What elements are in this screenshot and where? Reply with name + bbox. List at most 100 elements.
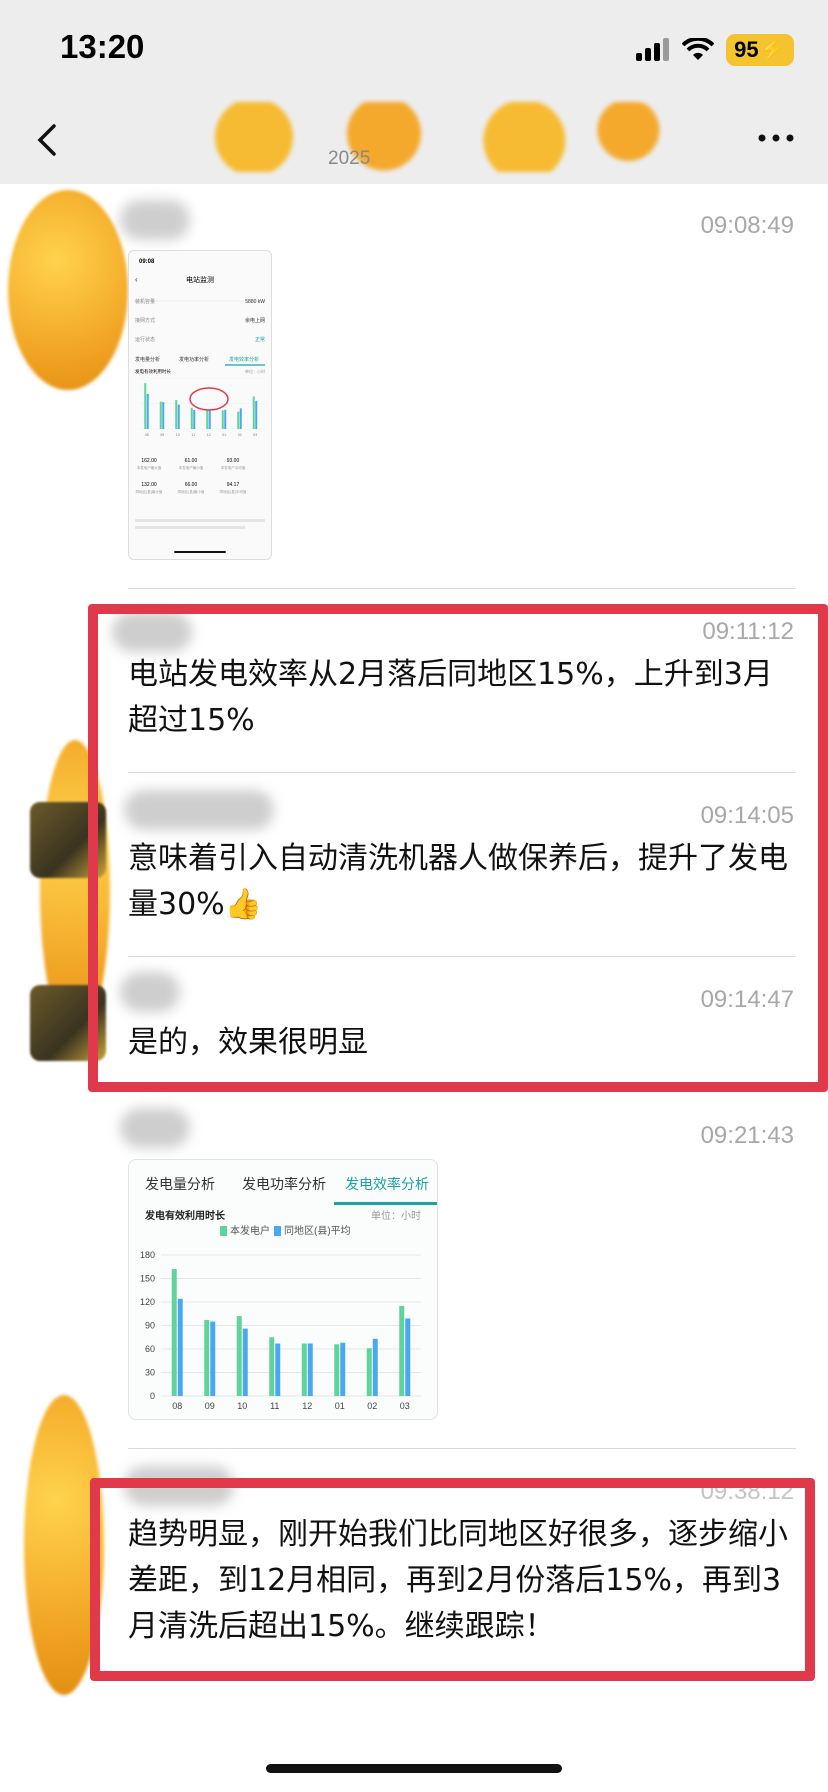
thumb-back-icon: ‹ bbox=[135, 275, 138, 284]
thumb-row-label: 装机容量 bbox=[135, 298, 155, 305]
red-highlight-box bbox=[88, 604, 828, 1092]
x-tick-label: 11 bbox=[270, 1401, 279, 1411]
x-tick-label: 08 bbox=[172, 1401, 182, 1411]
thumb-stat-label: 同地区(县)最小值 bbox=[178, 489, 205, 494]
wifi-icon bbox=[682, 38, 715, 60]
thumb-stat-label: 同地区(县)最大值 bbox=[136, 489, 163, 494]
thumb-bar bbox=[190, 407, 193, 429]
bar-region bbox=[242, 1328, 248, 1396]
thumb-tab: 发电功率分析 bbox=[179, 356, 209, 363]
y-tick-label: 90 bbox=[145, 1321, 155, 1331]
thumb-stat-label: 本发电户最小值 bbox=[179, 465, 204, 470]
thumb-x-label: 10 bbox=[176, 433, 180, 437]
charging-icon: ⚡ bbox=[758, 37, 786, 62]
thumb-stat-value: 162.00 bbox=[141, 458, 157, 464]
signal-icon bbox=[636, 38, 670, 61]
y-tick-label: 120 bbox=[140, 1297, 155, 1307]
more-options-icon[interactable] bbox=[754, 126, 798, 150]
sender-name-obscured bbox=[120, 1108, 190, 1148]
thumb-x-label: 02 bbox=[238, 433, 242, 437]
thumb-row-value: 5880 kW bbox=[245, 299, 265, 305]
thumb-stat-value: 66.00 bbox=[185, 482, 198, 488]
clock: 13:20 bbox=[60, 28, 145, 65]
thumb-row-label: 接网方式 bbox=[135, 317, 155, 324]
thumb-stat-value: 132.00 bbox=[141, 482, 157, 488]
thumb-title: 电站监测 bbox=[186, 275, 214, 284]
thumb-tab: 发电量分析 bbox=[135, 356, 160, 363]
y-tick-label: 180 bbox=[140, 1250, 155, 1260]
legend-swatch-own bbox=[220, 1226, 227, 1236]
chart-tabs: 发电量分析 发电功率分析 发电效率分析 bbox=[129, 1160, 437, 1205]
thumb-bar bbox=[255, 400, 258, 429]
thumb-bar bbox=[239, 408, 242, 429]
bar-own bbox=[399, 1305, 405, 1396]
image-message-thumbnail[interactable]: 09:08 ‹ 电站监测 装机容量 5880 kW 接网方式 余电上网 运行状态… bbox=[128, 250, 272, 560]
thumb-time: 09:08 bbox=[139, 259, 155, 265]
bar-region bbox=[372, 1338, 378, 1396]
bar-region bbox=[177, 1298, 183, 1396]
station-monitor-screenshot: 09:08 ‹ 电站监测 装机容量 5880 kW 接网方式 余电上网 运行状态… bbox=[133, 259, 267, 553]
bar-region bbox=[405, 1318, 411, 1396]
tab-power-output: 发电功率分析 bbox=[242, 1176, 326, 1192]
bar-own bbox=[334, 1344, 340, 1396]
bar-own bbox=[236, 1316, 242, 1396]
thumb-x-label: 09 bbox=[160, 433, 164, 437]
legend-own: 本发电户 bbox=[230, 1224, 270, 1237]
thumb-unit: 单位：小时 bbox=[245, 368, 265, 374]
back-chevron-icon[interactable] bbox=[28, 120, 68, 160]
home-indicator[interactable] bbox=[266, 1764, 562, 1773]
message-divider bbox=[128, 1448, 796, 1449]
thumb-bar bbox=[237, 411, 240, 429]
thumb-bar bbox=[221, 410, 224, 429]
chart-image-message[interactable]: 发电量分析 发电功率分析 发电效率分析 发电有效利用时长 单位：小时 本发电户 … bbox=[128, 1159, 438, 1420]
x-tick-label: 12 bbox=[302, 1401, 312, 1411]
thumb-chart-bars: 08 09 10 11 12 01 02 03 bbox=[139, 377, 263, 437]
bar-own bbox=[301, 1343, 307, 1396]
thumb-bar bbox=[224, 409, 227, 429]
thumb-bar bbox=[177, 404, 180, 429]
bar-own bbox=[366, 1348, 372, 1396]
status-bar: 13:20 95⚡ bbox=[0, 0, 828, 96]
thumb-bar bbox=[193, 410, 196, 429]
tab-efficiency: 发电效率分析 bbox=[345, 1176, 429, 1192]
message-timestamp: 09:21:43 bbox=[700, 1122, 794, 1149]
efficiency-bar-chart: 发电有效利用时长 单位：小时 本发电户 同地区(县)平均 03060901201… bbox=[140, 1209, 421, 1411]
thumb-bar bbox=[162, 402, 165, 429]
thumb-tab-active: 发电效率分析 bbox=[229, 356, 259, 363]
red-circle-annotation bbox=[189, 387, 229, 411]
bar-own bbox=[171, 1269, 177, 1396]
system-icons: 95⚡ bbox=[636, 34, 794, 66]
thumb-bar bbox=[208, 410, 211, 429]
x-tick-label: 10 bbox=[237, 1401, 247, 1411]
thumb-bar bbox=[206, 410, 209, 429]
thumb-stat-label: 本发电户最大值 bbox=[137, 465, 162, 470]
thumb-bar bbox=[144, 383, 147, 429]
legend-region: 同地区(县)平均 bbox=[284, 1224, 351, 1237]
y-tick-label: 60 bbox=[145, 1344, 155, 1354]
battery-level: 95 bbox=[734, 37, 759, 62]
y-tick-label: 0 bbox=[150, 1391, 155, 1401]
x-tick-label: 03 bbox=[400, 1401, 410, 1411]
thumb-row-label: 运行状态 bbox=[135, 336, 155, 343]
chart-unit: 单位：小时 bbox=[371, 1209, 421, 1222]
message-divider bbox=[128, 588, 796, 589]
y-tick-label: 150 bbox=[140, 1274, 155, 1284]
y-tick-label: 30 bbox=[145, 1368, 155, 1378]
thumb-x-label: 01 bbox=[222, 433, 226, 437]
thumb-stat-label: 同地区(县)平均值 bbox=[220, 489, 247, 494]
thumb-x-label: 12 bbox=[207, 433, 211, 437]
thumb-x-label: 08 bbox=[145, 433, 149, 437]
bar-own bbox=[269, 1337, 275, 1396]
privacy-emoji-sticker bbox=[8, 190, 128, 390]
chat-title-obscured bbox=[150, 102, 670, 172]
thumb-x-label: 03 bbox=[253, 433, 257, 437]
thumb-bar bbox=[252, 396, 255, 429]
battery-indicator: 95⚡ bbox=[726, 34, 794, 66]
x-tick-label: 09 bbox=[205, 1401, 215, 1411]
red-highlight-box bbox=[90, 1478, 815, 1681]
thumb-stat-label: 本发电户平均值 bbox=[221, 465, 246, 470]
thumb-bar bbox=[175, 400, 178, 429]
thumb-stat-value: 94.17 bbox=[227, 482, 240, 488]
x-tick-label: 01 bbox=[335, 1401, 345, 1411]
thumb-x-label: 11 bbox=[191, 433, 195, 437]
